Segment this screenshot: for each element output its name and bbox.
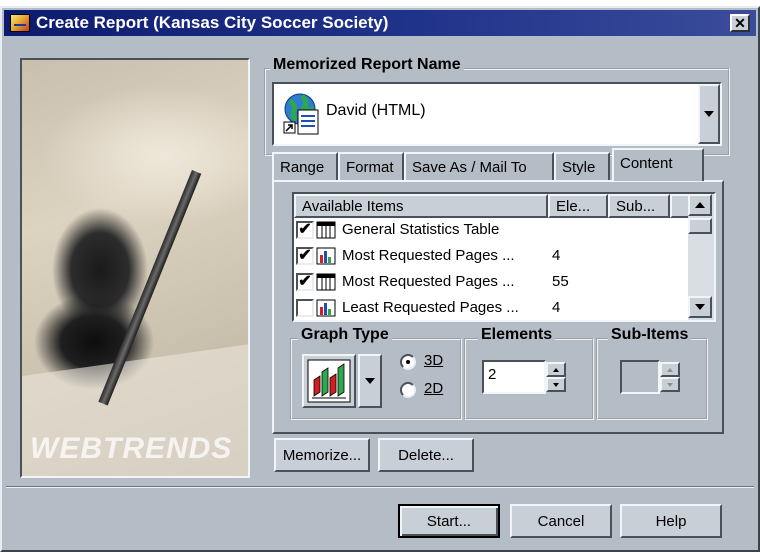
help-button-label: Help xyxy=(655,513,687,530)
help-button[interactable]: Help xyxy=(620,504,722,538)
sub-items-spinner-input xyxy=(620,360,660,394)
combobox-dropdown-button[interactable] xyxy=(698,84,720,144)
tab-content[interactable]: Content xyxy=(612,148,704,181)
start-button-label: Start... xyxy=(426,513,472,530)
column-elements[interactable]: Ele... xyxy=(548,194,608,218)
radio-2d-label: 2D xyxy=(424,380,443,397)
sub-items-label: Sub-Items xyxy=(608,326,692,344)
bar-chart-icon xyxy=(316,247,336,265)
graph-type-dropdown-button[interactable] xyxy=(358,354,382,408)
scroll-thumb[interactable] xyxy=(688,218,712,234)
item-name: Most Requested Pages ... xyxy=(342,273,515,290)
arrow-up-icon xyxy=(553,367,559,372)
cancel-button-label: Cancel xyxy=(537,513,585,530)
table-icon xyxy=(316,273,336,291)
arrow-up-icon xyxy=(667,367,673,372)
3d-bar-chart-icon xyxy=(307,359,351,403)
memorized-report-value: David (HTML) xyxy=(326,102,426,119)
decorative-photo: WEBTRENDS xyxy=(20,58,250,478)
radio-2d[interactable] xyxy=(400,382,416,398)
start-button[interactable]: Start... xyxy=(398,504,500,538)
bar-chart-icon xyxy=(316,299,336,317)
list-item[interactable]: ✔ Most Requested Pages ... 55 xyxy=(294,270,690,296)
tab-range[interactable]: Range xyxy=(272,152,338,180)
table-icon xyxy=(316,221,336,239)
watermark-logo: WEBTRENDS xyxy=(30,432,233,465)
graph-type-button[interactable] xyxy=(302,354,356,408)
spinner-down-button[interactable] xyxy=(546,377,566,392)
sub-items-spinner-buttons xyxy=(660,360,680,394)
memorize-button[interactable]: Memorize... xyxy=(274,438,370,472)
item-checkbox[interactable]: ✔ xyxy=(296,247,314,265)
item-name: General Statistics Table xyxy=(342,221,500,238)
item-elements: 4 xyxy=(552,299,561,316)
arrow-down-icon xyxy=(695,304,705,310)
radio-2d-text: 2D xyxy=(424,380,444,397)
column-filler xyxy=(670,194,690,218)
scroll-up-button[interactable] xyxy=(688,194,712,216)
radio-3d[interactable] xyxy=(400,354,416,370)
item-name: Least Requested Pages ... xyxy=(342,299,519,316)
spinner-up-button[interactable] xyxy=(546,362,566,377)
html-report-icon xyxy=(282,92,322,136)
delete-button[interactable]: Delete... xyxy=(378,438,474,472)
column-available-items[interactable]: Available Items xyxy=(294,194,548,218)
chevron-down-icon xyxy=(365,378,375,384)
arrow-down-icon xyxy=(667,382,673,387)
arrow-up-icon xyxy=(695,202,705,208)
memorized-report-combobox[interactable]: David (HTML) xyxy=(272,82,722,146)
elements-label: Elements xyxy=(478,326,556,344)
tab-style[interactable]: Style xyxy=(554,152,610,180)
title-bar: Create Report (Kansas City Soccer Societ… xyxy=(4,10,756,36)
graph-type-label: Graph Type xyxy=(298,326,392,344)
cancel-button[interactable]: Cancel xyxy=(510,504,612,538)
spinner-up-button xyxy=(660,362,680,377)
divider xyxy=(6,486,754,488)
item-elements: 55 xyxy=(552,273,569,290)
radio-3d-text: 3D xyxy=(424,352,444,369)
arrow-down-icon xyxy=(553,382,559,387)
delete-button-label: Delete... xyxy=(398,447,454,464)
tab-save-as-mail-to[interactable]: Save As / Mail To xyxy=(404,152,554,180)
radio-3d-label: 3D xyxy=(424,352,443,369)
column-sub-items[interactable]: Sub... xyxy=(608,194,670,218)
available-items-list[interactable]: Available Items Ele... Sub... ✔ General … xyxy=(292,192,716,322)
item-checkbox[interactable] xyxy=(296,299,314,317)
close-button[interactable]: ✕ xyxy=(730,14,750,32)
item-name: Most Requested Pages ... xyxy=(342,247,515,264)
app-icon xyxy=(10,14,30,32)
item-checkbox[interactable]: ✔ xyxy=(296,273,314,291)
chevron-down-icon xyxy=(704,111,714,117)
window-title: Create Report (Kansas City Soccer Societ… xyxy=(36,13,389,32)
elements-spinner-input[interactable]: 2 xyxy=(482,360,546,394)
memorized-report-label: Memorized Report Name xyxy=(270,56,464,74)
memorize-button-label: Memorize... xyxy=(282,447,362,464)
list-item[interactable]: Least Requested Pages ... 4 xyxy=(294,296,690,320)
create-report-dialog: Create Report (Kansas City Soccer Societ… xyxy=(0,6,760,552)
list-scrollbar[interactable] xyxy=(688,194,714,320)
list-header: Available Items Ele... Sub... xyxy=(294,194,690,218)
spinner-down-button xyxy=(660,377,680,392)
tab-format[interactable]: Format xyxy=(338,152,404,180)
list-item[interactable]: ✔ Most Requested Pages ... 4 xyxy=(294,244,690,270)
list-item[interactable]: ✔ General Statistics Table xyxy=(294,218,690,244)
item-checkbox[interactable]: ✔ xyxy=(296,221,314,239)
elements-spinner-buttons xyxy=(546,360,566,394)
item-elements: 4 xyxy=(552,247,561,264)
scroll-down-button[interactable] xyxy=(688,296,712,318)
